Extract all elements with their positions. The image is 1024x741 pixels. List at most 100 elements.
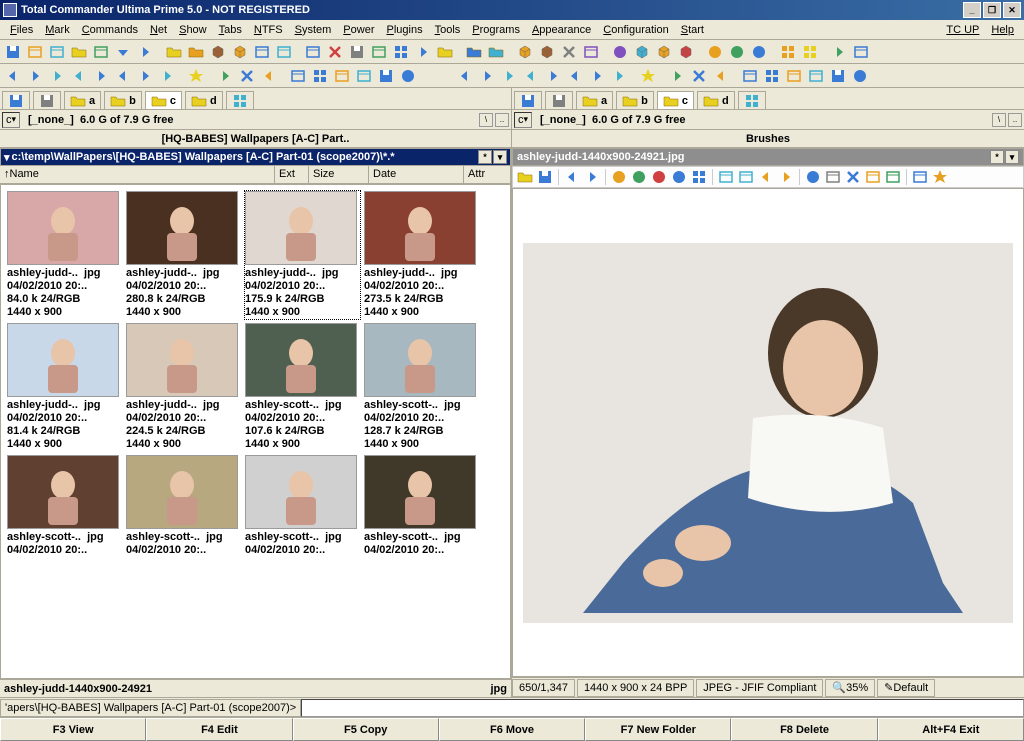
toolbar-button-26[interactable] xyxy=(514,41,535,62)
favorites-button-r[interactable]: ▾ xyxy=(1005,150,1019,164)
toolbar-button-20[interactable] xyxy=(412,41,433,62)
disk-icon[interactable] xyxy=(2,91,30,109)
toolbar-button-41[interactable] xyxy=(799,41,820,62)
toolbar-button-39[interactable] xyxy=(710,65,731,86)
toolbar-button-40[interactable] xyxy=(777,41,798,62)
root-button[interactable]: \ xyxy=(479,113,493,127)
toolbar-button-44[interactable] xyxy=(805,65,826,86)
toolbar-button-12[interactable] xyxy=(251,41,272,62)
thumbnail-item[interactable]: ashley-scott-.. jpg04/02/2010 20:.. xyxy=(126,455,241,557)
menu-help[interactable]: Help xyxy=(985,22,1020,38)
toolbar-button-15[interactable] xyxy=(287,65,308,86)
favorites-button[interactable]: ▾ xyxy=(493,150,507,164)
tab-network[interactable] xyxy=(226,91,254,109)
toolbar-button-32[interactable] xyxy=(586,65,607,86)
toolbar-button-0[interactable] xyxy=(2,41,23,62)
toolbar-button-31[interactable] xyxy=(609,41,630,62)
toolbar-button-17[interactable] xyxy=(331,65,352,86)
tab-network[interactable] xyxy=(738,91,766,109)
toolbar-button-34[interactable] xyxy=(675,41,696,62)
toolbar-button-27[interactable] xyxy=(476,65,497,86)
root-button-r[interactable]: \ xyxy=(992,113,1006,127)
toolbar-button-13[interactable] xyxy=(258,65,279,86)
toolbar-button-5[interactable] xyxy=(112,41,133,62)
toolbar-button-19[interactable] xyxy=(375,65,396,86)
menu-system[interactable]: System xyxy=(289,22,338,38)
toolbar-button-20[interactable] xyxy=(397,65,418,86)
toolbar-button-32[interactable] xyxy=(631,41,652,62)
fn-f7[interactable]: F7 New Folder xyxy=(585,718,731,741)
thumbnail-item[interactable]: ashley-judd-.. jpg04/02/2010 20:..273.5 … xyxy=(364,191,479,319)
toolbar-button-5[interactable] xyxy=(112,65,133,86)
fit-icon[interactable] xyxy=(670,168,688,186)
toolbar-button-3[interactable] xyxy=(68,65,89,86)
thumbnail-item[interactable]: ashley-judd-.. jpg04/02/2010 20:..224.5 … xyxy=(126,323,241,451)
toolbar-button-27[interactable] xyxy=(536,41,557,62)
left-file-list[interactable]: ashley-judd-.. jpg04/02/2010 20:..84.0 k… xyxy=(0,184,511,679)
redo-icon[interactable] xyxy=(777,168,795,186)
resize-icon[interactable] xyxy=(864,168,882,186)
fn-f8[interactable]: F8 Delete xyxy=(731,718,877,741)
toolbar-button-3[interactable] xyxy=(68,41,89,62)
toolbar-button-1[interactable] xyxy=(24,41,45,62)
tab-a[interactable]: a xyxy=(576,91,613,109)
filter-icon[interactable] xyxy=(911,168,929,186)
menu-appearance[interactable]: Appearance xyxy=(526,22,597,38)
menu-files[interactable]: Files xyxy=(4,22,39,38)
undo-icon[interactable] xyxy=(757,168,775,186)
toolbar-button-18[interactable] xyxy=(368,41,389,62)
color-icon[interactable] xyxy=(884,168,902,186)
open-icon[interactable] xyxy=(516,168,534,186)
right-file-bar[interactable]: ashley-judd-1440x900-24921.jpg *▾ xyxy=(512,148,1024,166)
disk-icon[interactable] xyxy=(545,91,573,109)
toolbar-button-18[interactable] xyxy=(353,65,374,86)
zoom-icon[interactable] xyxy=(610,168,628,186)
toolbar-button-41[interactable] xyxy=(739,65,760,86)
toolbar-button-2[interactable] xyxy=(46,41,67,62)
toolbar-button-4[interactable] xyxy=(90,41,111,62)
toolbar-button-33[interactable] xyxy=(653,41,674,62)
image-viewer[interactable] xyxy=(512,188,1024,677)
toolbar-button-38[interactable] xyxy=(688,65,709,86)
toolbar-button-29[interactable] xyxy=(580,41,601,62)
toolbar-button-7[interactable] xyxy=(156,65,177,86)
close-button[interactable]: ✕ xyxy=(1003,2,1021,18)
left-path-input[interactable] xyxy=(12,151,478,163)
tab-a[interactable]: a xyxy=(64,91,101,109)
toolbar-button-17[interactable] xyxy=(346,41,367,62)
disk-icon[interactable] xyxy=(514,91,542,109)
toolbar-button-4[interactable] xyxy=(90,65,111,86)
toolbar-button-23[interactable] xyxy=(463,41,484,62)
toolbar-button-38[interactable] xyxy=(748,41,769,62)
fn-f4[interactable]: F4 Edit xyxy=(146,718,292,741)
toolbar-button-13[interactable] xyxy=(273,41,294,62)
zoom-in-icon[interactable] xyxy=(630,168,648,186)
toolbar-button-42[interactable] xyxy=(761,65,782,86)
toolbar-button-31[interactable] xyxy=(564,65,585,86)
toolbar-button-26[interactable] xyxy=(454,65,475,86)
menu-tabs[interactable]: Tabs xyxy=(213,22,248,38)
minimize-button[interactable]: _ xyxy=(963,2,981,18)
save-icon[interactable] xyxy=(536,168,554,186)
tab-b[interactable]: b xyxy=(104,91,142,109)
menu-tools[interactable]: Tools xyxy=(429,22,467,38)
fn-f5[interactable]: F5 Copy xyxy=(293,718,439,741)
toolbar-button-2[interactable] xyxy=(46,65,67,86)
next-icon[interactable] xyxy=(583,168,601,186)
thumbnail-item[interactable]: ashley-scott-.. jpg04/02/2010 20:.. xyxy=(245,455,360,557)
toolbar-button-8[interactable] xyxy=(163,41,184,62)
camera-icon[interactable] xyxy=(824,168,842,186)
toolbar-button-45[interactable] xyxy=(827,65,848,86)
toolbar-button-16[interactable] xyxy=(324,41,345,62)
left-column-header[interactable]: ↑Name Ext Size Date Attr xyxy=(0,166,511,184)
crop-icon[interactable] xyxy=(844,168,862,186)
drive-c-button[interactable]: c ▾ xyxy=(2,112,20,128)
menu-configuration[interactable]: Configuration xyxy=(597,22,674,38)
thumbnail-item[interactable]: ashley-scott-.. jpg04/02/2010 20:..128.7… xyxy=(364,323,479,451)
zoom-out-icon[interactable] xyxy=(650,168,668,186)
tab-c[interactable]: c xyxy=(145,91,182,109)
thumbnail-item[interactable]: ashley-judd-.. jpg04/02/2010 20:..84.0 k… xyxy=(7,191,122,319)
history-button-r[interactable]: * xyxy=(990,150,1004,164)
toolbar-button-9[interactable] xyxy=(185,65,206,86)
fn-alt+f4[interactable]: Alt+F4 Exit xyxy=(878,718,1024,741)
